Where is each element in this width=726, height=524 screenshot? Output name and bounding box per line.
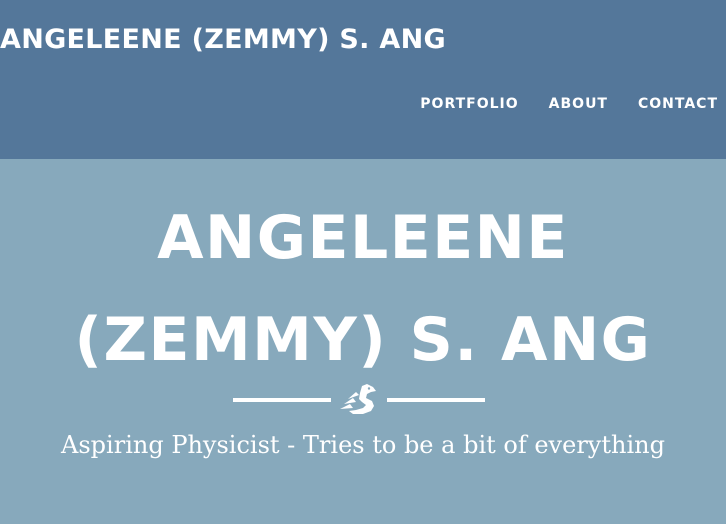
hero-title-line2: (ZEMMY) S. ANG <box>74 305 652 375</box>
main-nav: PORTFOLIO ABOUT CONTACT <box>420 96 718 112</box>
title-divider <box>233 383 485 417</box>
hero-section: ANGELEENE (ZEMMY) S. ANG Aspiring Physic… <box>0 159 726 524</box>
hero-title-line1: ANGELEENE <box>157 203 569 273</box>
nav-link-portfolio[interactable]: PORTFOLIO <box>420 96 518 112</box>
nav-link-contact[interactable]: CONTACT <box>638 96 718 112</box>
dragon-emblem-icon <box>340 384 376 414</box>
hero-subtitle: Aspiring Physicist - Tries to be a bit o… <box>61 431 665 459</box>
divider-line-left <box>233 398 331 402</box>
divider-line-right <box>387 398 485 402</box>
navbar: ANGELEENE (ZEMMY) S. ANG PORTFOLIO ABOUT… <box>0 0 726 159</box>
nav-link-about[interactable]: ABOUT <box>549 96 608 112</box>
site-title-link[interactable]: ANGELEENE (ZEMMY) S. ANG <box>0 24 446 55</box>
hero-title: ANGELEENE (ZEMMY) S. ANG <box>0 187 726 391</box>
